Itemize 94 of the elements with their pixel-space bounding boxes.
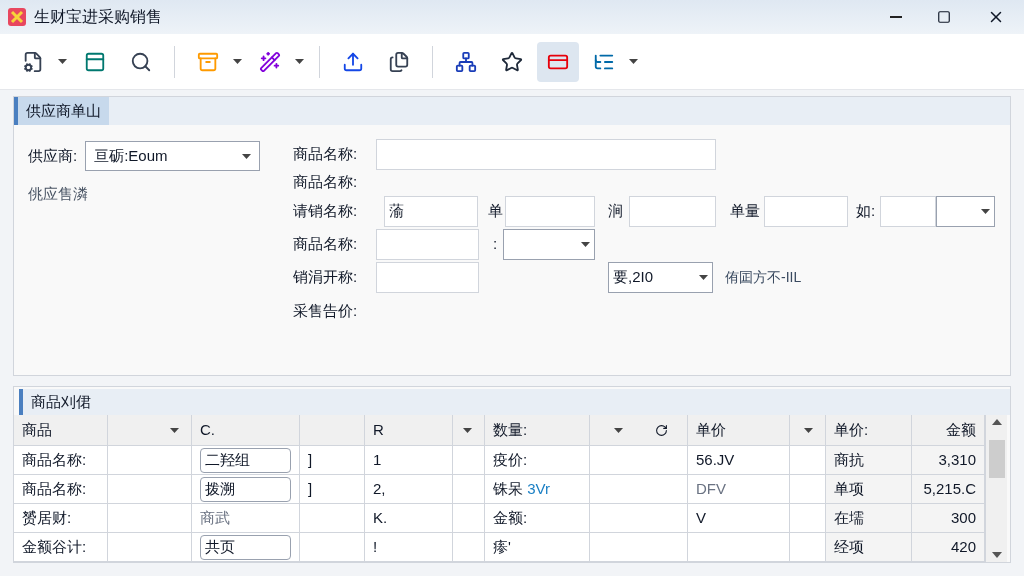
caret-icon: [613, 427, 623, 433]
table-cell-text: 金额谷计:: [22, 536, 87, 557]
input-field[interactable]: [376, 138, 716, 170]
table-cell-text: ]: [308, 478, 313, 499]
field-label: 请销名称:: [293, 201, 359, 222]
flowchart-icon: [455, 50, 477, 73]
table-cell-text: !: [373, 536, 378, 557]
dropdown-field[interactable]: [936, 196, 995, 227]
field-label: 涧: [608, 201, 624, 222]
table-cell-text: 300: [950, 507, 976, 528]
scroll-up-icon[interactable]: [991, 419, 1002, 425]
table-cell-text: 在壖: [834, 507, 864, 528]
input-field[interactable]: [505, 196, 595, 227]
caret-icon: [294, 59, 304, 64]
table-cell-text: ]: [308, 449, 313, 470]
table-cell-text: 商武: [200, 507, 230, 528]
caret-icon: [699, 275, 708, 280]
column-header[interactable]: C.: [192, 415, 300, 445]
caret-icon: [463, 427, 472, 433]
field-label: 单量: [730, 201, 761, 222]
caret-icon: [804, 427, 813, 433]
wand-icon: [259, 50, 281, 73]
input-field[interactable]: [629, 196, 716, 227]
column-header[interactable]: R: [365, 415, 453, 445]
column-header[interactable]: 数量:: [485, 415, 590, 445]
table-cell-text: DFV: [696, 478, 726, 499]
table-cell-text: 单项: [834, 478, 864, 499]
refresh-icon[interactable]: [654, 423, 668, 437]
table-cell-text: 铢呆 3Vr: [493, 478, 550, 499]
cell-input[interactable]: 共页: [200, 534, 291, 560]
input-field[interactable]: [880, 196, 936, 227]
field-label: 如:: [856, 201, 877, 222]
caret-icon: [170, 427, 179, 433]
table-cell-text: 瘆': [493, 536, 511, 557]
input-field[interactable]: [764, 196, 848, 227]
table-cell-text: 56.JV: [696, 449, 735, 470]
document-gear-icon: [22, 50, 44, 73]
dropdown-field[interactable]: [503, 229, 595, 260]
section-tab[interactable]: 供应商单山: [14, 97, 109, 125]
table-cell-text: 420: [950, 536, 976, 557]
table-cell-text: 金额:: [493, 507, 528, 528]
section-title: 商品刈侰: [30, 391, 91, 412]
info-text: 侑囸方不-IIL: [725, 268, 803, 287]
cell-input[interactable]: 拨溯: [200, 476, 291, 502]
box-icon: [197, 50, 219, 73]
input-field[interactable]: [376, 229, 479, 260]
app-logo-icon: [8, 8, 26, 26]
maximize-icon: [937, 10, 951, 24]
column-header[interactable]: 商品: [14, 415, 108, 445]
field-label: 单: [488, 201, 504, 222]
section-title: 供应商单山: [26, 100, 101, 121]
input-field[interactable]: 蕍: [384, 196, 478, 227]
field-label: 销涓开称:: [293, 267, 359, 288]
table-cell-text: 赟居财:: [22, 507, 72, 528]
column-header[interactable]: 单价: [688, 415, 790, 445]
table-cell-text: 5,215.C: [923, 478, 976, 499]
search-icon: [130, 50, 152, 73]
supplier-dropdown[interactable]: 亘砺:Eoum: [85, 141, 261, 171]
table-cell-text: 2,: [373, 478, 386, 499]
caret-icon: [242, 153, 252, 159]
window-title: 生财宝进采购销售: [34, 7, 163, 27]
table-cell-text: 经项: [834, 536, 864, 557]
scroll-down-icon[interactable]: [991, 552, 1002, 558]
caret-icon: [232, 59, 242, 64]
column-header[interactable]: 单价:: [826, 415, 912, 445]
scroll-thumb[interactable]: [988, 439, 1005, 478]
field-label: 商品名称:: [293, 143, 359, 164]
cell-input[interactable]: 二羟组: [200, 447, 291, 473]
table-cell-text: 商抗: [834, 449, 864, 470]
table-cell-text: 商品名称:: [22, 478, 87, 499]
caret-icon: [628, 59, 638, 64]
field-label: :: [493, 234, 499, 255]
scrollbar[interactable]: [985, 415, 1007, 562]
field-label: 商品名称:: [293, 171, 359, 192]
table-cell-text: K.: [373, 507, 388, 528]
caret-icon: [57, 59, 67, 64]
table-cell-text: 疫价:: [493, 449, 528, 470]
caret-icon: [581, 242, 590, 247]
dropdown-field[interactable]: 要,2I0: [608, 262, 713, 293]
field-label: 采售告价:: [293, 301, 359, 322]
minimize-icon: [890, 16, 902, 18]
star-icon: [501, 50, 523, 73]
window-icon: [84, 50, 106, 73]
table-cell-text: 1: [373, 449, 382, 470]
field-label: 商品名称:: [293, 234, 359, 255]
caret-icon: [981, 209, 990, 214]
table-cell-text: 商品名称:: [22, 449, 87, 470]
field-label: 供应商:: [28, 145, 78, 166]
input-field[interactable]: [376, 262, 479, 293]
documents-icon: [388, 50, 410, 73]
upload-icon: [342, 50, 364, 73]
table-cell-text: V: [696, 507, 706, 528]
supplier-note: 佻应售潾: [28, 184, 89, 204]
table-cell-text: 3,310: [938, 449, 976, 470]
